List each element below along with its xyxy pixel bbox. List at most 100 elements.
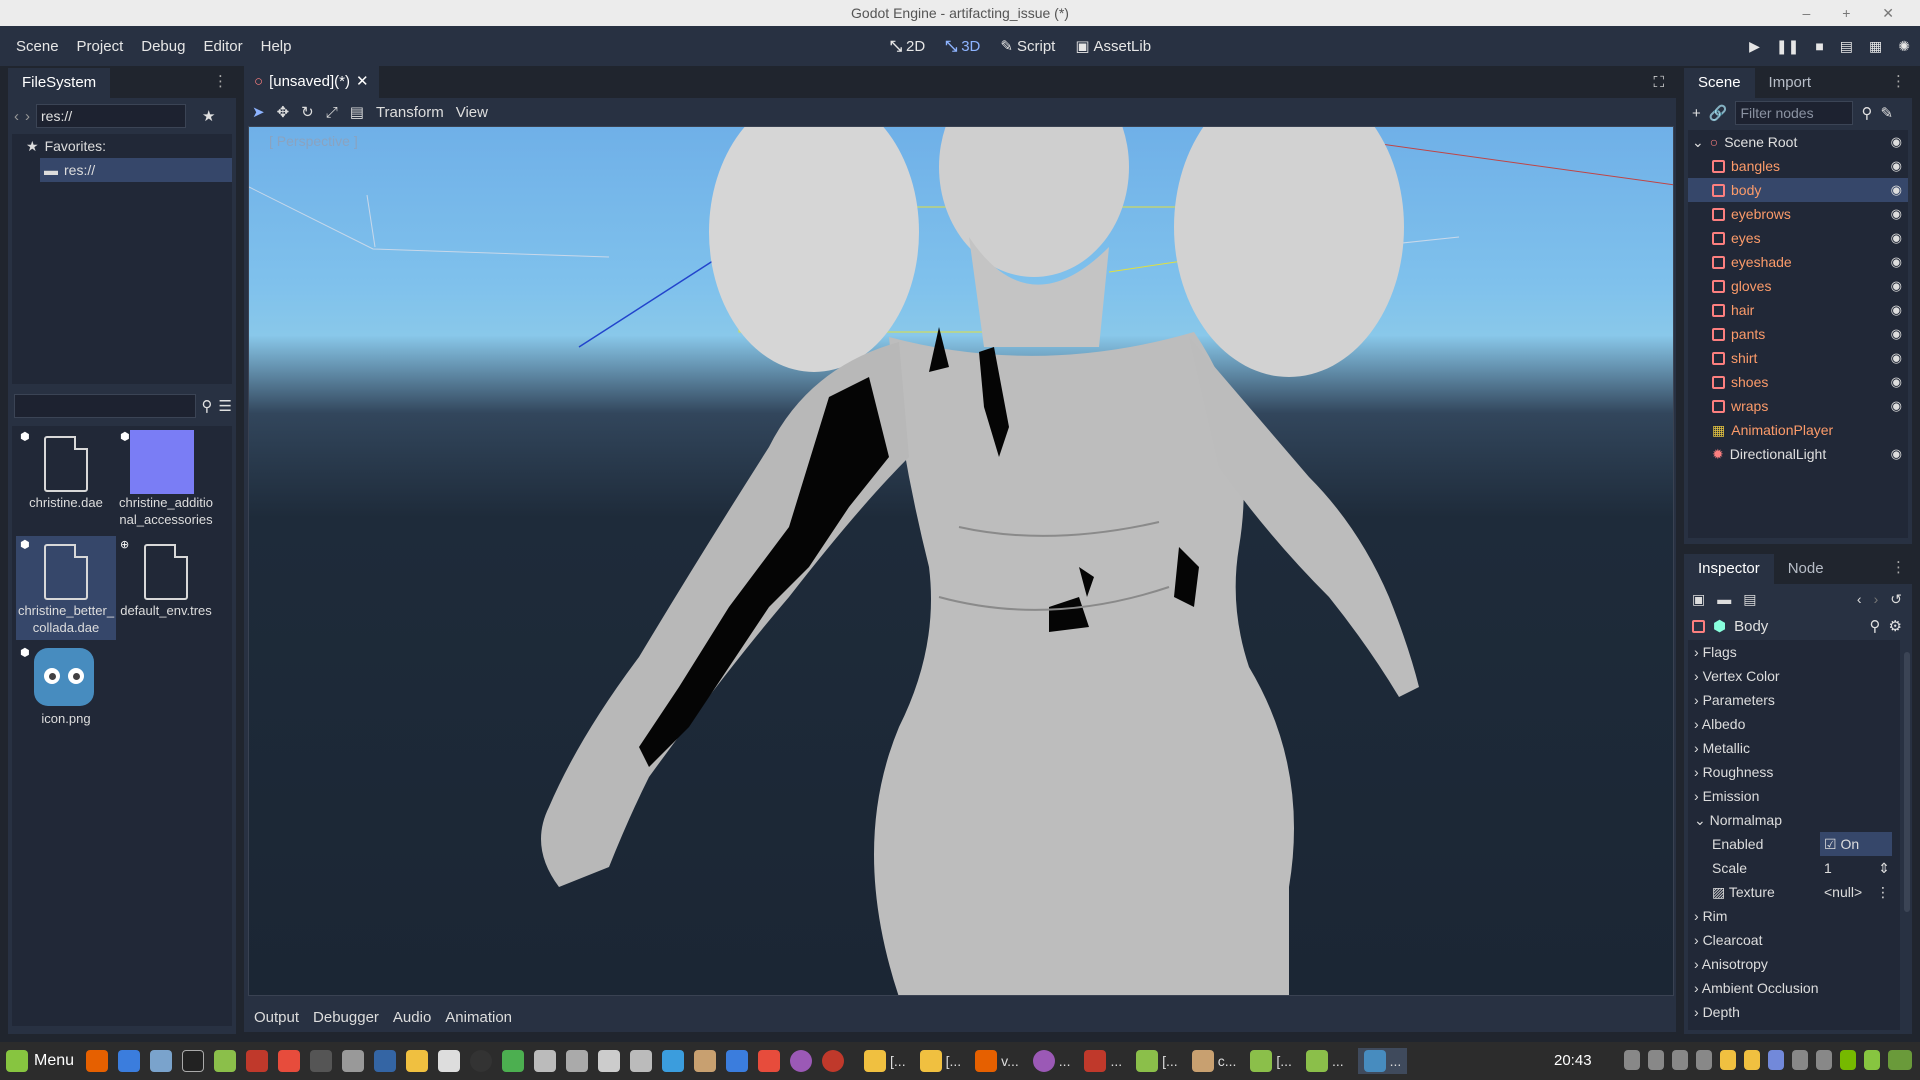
tab-animation[interactable]: Animation (445, 1009, 512, 1026)
taskbar-window[interactable]: ... (1084, 1050, 1122, 1072)
section-normalmap[interactable]: ⌄ Normalmap (1688, 808, 1900, 832)
tab-import[interactable]: Import (1755, 68, 1826, 98)
search-icon[interactable]: ⚲ (1870, 617, 1881, 635)
app-icon[interactable] (502, 1050, 525, 1072)
section-parameters[interactable]: › Parameters (1688, 688, 1900, 712)
play-scene-icon[interactable]: ▤ (1840, 38, 1853, 55)
tree-node-directionallight[interactable]: ✹ DirectionalLight ◉ (1688, 442, 1908, 466)
section-rim[interactable]: › Rim (1688, 904, 1900, 928)
move-tool-icon[interactable]: ✥ (277, 103, 290, 121)
dock-menu-icon[interactable]: ⋮ (205, 72, 236, 98)
tree-node-pants[interactable]: pants ◉ (1688, 322, 1908, 346)
tab-inspector[interactable]: Inspector (1684, 554, 1774, 584)
taskbar-window[interactable]: [... (1250, 1050, 1292, 1072)
tree-node-shirt[interactable]: shirt ◉ (1688, 346, 1908, 370)
update-icon[interactable] (1864, 1050, 1880, 1070)
shield-icon[interactable] (1792, 1050, 1808, 1070)
menu-help[interactable]: Help (261, 38, 292, 55)
transform-menu[interactable]: Transform (376, 104, 444, 121)
tray-icon[interactable] (1648, 1050, 1664, 1070)
scale-spinbox[interactable]: 1 ⇕ (1820, 856, 1892, 880)
save-icon[interactable]: ▤ (1743, 591, 1756, 608)
file-item[interactable]: ⬢ christine_better_collada.dae (16, 536, 116, 640)
menu-project[interactable]: Project (77, 38, 124, 55)
taskbar-window[interactable]: [... (919, 1050, 961, 1072)
tree-node-body[interactable]: body ◉ (1688, 178, 1908, 202)
clock[interactable]: 20:43 (1554, 1042, 1592, 1080)
list-view-icon[interactable]: ☰ (219, 397, 232, 415)
res-root-row[interactable]: ▬ res:// (40, 158, 232, 182)
3d-viewport[interactable]: [ Perspective ] (248, 126, 1674, 996)
app-icon[interactable] (246, 1050, 269, 1072)
history-forward-icon[interactable]: › (1874, 591, 1879, 607)
visibility-eye-icon[interactable]: ◉ (1891, 274, 1902, 298)
workspace-script-button[interactable]: ✎ Script (1000, 37, 1055, 56)
tab-scene[interactable]: Scene (1684, 68, 1755, 98)
script-attach-icon[interactable]: ✎ (1880, 104, 1893, 122)
new-resource-icon[interactable]: ▣ (1692, 591, 1705, 608)
scale-tool-icon[interactable]: ⤢ (326, 104, 338, 121)
section-ambient-occlusion[interactable]: › Ambient Occlusion (1688, 976, 1900, 1000)
enabled-checkbox[interactable]: ☑ On (1820, 832, 1892, 856)
pause-icon[interactable]: ❚❚ (1776, 38, 1799, 55)
calculator-icon[interactable] (598, 1050, 621, 1072)
section-roughness[interactable]: › Roughness (1688, 760, 1900, 784)
history-back-icon[interactable]: ‹ (1857, 591, 1862, 607)
taskbar-window[interactable]: v... (975, 1050, 1019, 1072)
visibility-eye-icon[interactable]: ◉ (1891, 202, 1902, 226)
favorite-star-icon[interactable]: ★ (202, 107, 215, 125)
taskbar-window[interactable]: [... (1136, 1050, 1178, 1072)
tree-node-hair[interactable]: hair ◉ (1688, 298, 1908, 322)
file-item[interactable]: ⬢ christine_additional_accessories (116, 428, 216, 532)
play-icon[interactable]: ▶ (1749, 38, 1760, 55)
file-item[interactable]: ⬢ christine.dae (16, 428, 116, 532)
section-metallic[interactable]: › Metallic (1688, 736, 1900, 760)
section-flags[interactable]: › Flags (1688, 640, 1900, 664)
section-depth[interactable]: › Depth (1688, 1000, 1900, 1024)
tab-output[interactable]: Output (254, 1009, 299, 1026)
app-icon[interactable] (726, 1050, 749, 1072)
section-clearcoat[interactable]: › Clearcoat (1688, 928, 1900, 952)
app-icon[interactable] (694, 1050, 717, 1072)
history-icon[interactable]: ↺ (1890, 591, 1902, 608)
tray-icon[interactable] (1720, 1050, 1736, 1070)
app-icon[interactable] (566, 1050, 589, 1072)
list-select-icon[interactable]: ▤ (350, 103, 364, 121)
favorites-row[interactable]: ★ Favorites: (12, 134, 232, 158)
terminal-icon[interactable] (182, 1050, 205, 1072)
settings-icon[interactable]: ⚙ (1889, 617, 1902, 635)
tree-node-bangles[interactable]: bangles ◉ (1688, 154, 1908, 178)
inspector-scrollbar[interactable] (1904, 652, 1910, 912)
browser-icon[interactable] (118, 1050, 141, 1072)
tab-debugger[interactable]: Debugger (313, 1009, 379, 1026)
tree-node-shoes[interactable]: shoes ◉ (1688, 370, 1908, 394)
tree-node-animationplayer[interactable]: ▦ AnimationPlayer (1688, 418, 1908, 442)
app-icon[interactable] (822, 1050, 845, 1072)
app-icon[interactable] (374, 1050, 397, 1072)
file-item[interactable]: ⬢ icon.png (16, 644, 116, 748)
rotate-tool-icon[interactable]: ↻ (301, 103, 314, 121)
taskbar-window[interactable]: ... (1305, 1050, 1344, 1072)
tree-node-eyeshade[interactable]: eyeshade ◉ (1688, 250, 1908, 274)
tree-node-eyes[interactable]: eyes ◉ (1688, 226, 1908, 250)
section-anisotropy[interactable]: › Anisotropy (1688, 952, 1900, 976)
file-search-input[interactable] (14, 394, 196, 418)
section-vertex-color[interactable]: › Vertex Color (1688, 664, 1900, 688)
play-custom-icon[interactable]: ▦ (1869, 38, 1882, 55)
volume-icon[interactable] (1696, 1050, 1712, 1070)
nvidia-icon[interactable] (1840, 1050, 1856, 1070)
tree-node-eyebrows[interactable]: eyebrows ◉ (1688, 202, 1908, 226)
visibility-eye-icon[interactable]: ◉ (1891, 394, 1902, 418)
app-icon[interactable] (342, 1050, 365, 1072)
visibility-eye-icon[interactable]: ◉ (1891, 346, 1902, 370)
workspace-2d-button[interactable]: ⤡ 2D (890, 38, 925, 55)
view-menu[interactable]: View (456, 104, 488, 121)
user-icon[interactable] (1624, 1050, 1640, 1070)
tab-filesystem[interactable]: FileSystem (8, 68, 111, 98)
app-icon[interactable] (438, 1050, 461, 1072)
visibility-eye-icon[interactable]: ◉ (1891, 322, 1902, 346)
select-tool-icon[interactable]: ➤ (252, 103, 265, 121)
section-albedo[interactable]: › Albedo (1688, 712, 1900, 736)
back-icon[interactable]: ‹ (14, 108, 19, 125)
texture-picker[interactable]: <null> ⋮ (1820, 880, 1892, 904)
